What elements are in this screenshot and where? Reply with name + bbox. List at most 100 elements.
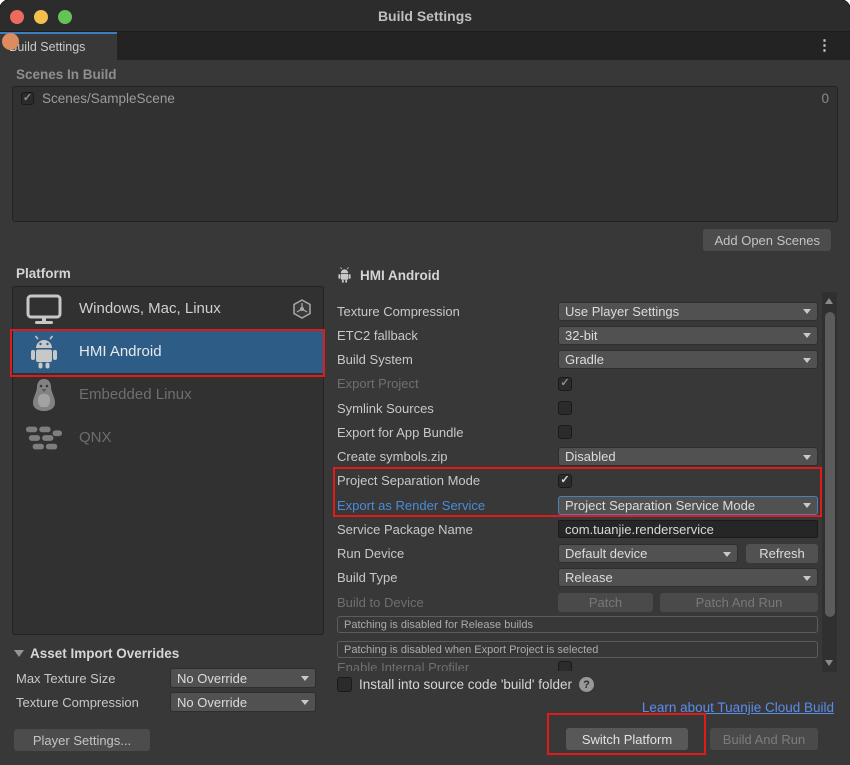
player-settings-button[interactable]: Player Settings...	[14, 729, 150, 751]
setting-label: Build System	[337, 352, 558, 367]
build-system-dropdown[interactable]: Gradle	[558, 350, 818, 369]
enable-internal-profiler-checkbox[interactable]	[558, 661, 572, 671]
setting-label: Build to Device	[337, 595, 558, 610]
setting-row-build-system: Build System Gradle	[337, 348, 818, 372]
service-package-name-field[interactable]: com.tuanjie.renderservice	[558, 520, 818, 538]
setting-label: ETC2 fallback	[337, 328, 558, 343]
qnx-blackberry-icon	[25, 425, 63, 451]
platform-settings-panel: Texture Compression Use Player Settings …	[337, 292, 818, 672]
platform-list: Windows, Mac, Linux HMI Android Embedded…	[12, 286, 324, 635]
refresh-button[interactable]: Refresh	[746, 544, 818, 563]
foldout-triangle-icon	[14, 650, 24, 657]
setting-row-install-source: Install into source code 'build' folder …	[337, 677, 594, 692]
scenes-in-build-header: Scenes In Build	[16, 67, 117, 82]
create-symbols-dropdown[interactable]: Disabled	[558, 447, 818, 466]
patch-button[interactable]: Patch	[558, 593, 653, 612]
install-source-checkbox[interactable]	[337, 677, 352, 692]
title-bar: Build Settings	[0, 0, 850, 32]
patch-and-run-button[interactable]: Patch And Run	[660, 593, 818, 612]
check-icon: ✓	[560, 475, 569, 486]
platform-item-qnx[interactable]: QNX	[13, 416, 323, 459]
platform-item-label: Windows, Mac, Linux	[79, 300, 277, 317]
active-platform-badge-icon	[293, 299, 311, 319]
setting-label: Texture Compression	[337, 304, 558, 319]
setting-label: Export Project	[337, 376, 558, 391]
setting-label: Service Package Name	[337, 522, 558, 537]
setting-label: Build Type	[337, 570, 558, 585]
setting-label: Symlink Sources	[337, 401, 558, 416]
setting-row-project-separation-mode: Project Separation Mode ✓	[337, 469, 818, 493]
add-open-scenes-button[interactable]: Add Open Scenes	[703, 229, 831, 251]
scene-checkbox[interactable]: ✓	[21, 92, 34, 105]
selected-platform-title: HMI Android	[360, 268, 440, 283]
setting-label: Export as Render Service	[337, 498, 558, 513]
symlink-sources-checkbox[interactable]	[558, 401, 572, 415]
scene-build-index: 0	[821, 91, 829, 106]
selected-platform-header: HMI Android	[337, 267, 440, 283]
platform-item-label: Embedded Linux	[79, 386, 311, 403]
export-project-checkbox[interactable]: ✓	[558, 377, 572, 391]
settings-scrollbar[interactable]	[822, 292, 837, 672]
desktop-monitor-icon	[25, 294, 63, 324]
build-and-run-button[interactable]: Build And Run	[710, 728, 818, 750]
build-type-dropdown[interactable]: Release	[558, 568, 818, 587]
setting-row-export-app-bundle: Export for App Bundle	[337, 420, 818, 444]
project-separation-mode-checkbox[interactable]: ✓	[558, 474, 572, 488]
asset-import-overrides-title: Asset Import Overrides	[30, 646, 179, 661]
asset-import-overrides-foldout[interactable]: Asset Import Overrides	[14, 646, 179, 661]
setting-row-symlink-sources: Symlink Sources	[337, 396, 818, 420]
penguin-icon	[25, 378, 63, 412]
info-message-release: Patching is disabled for Release builds	[337, 616, 818, 633]
scroll-down-arrow-icon[interactable]	[825, 660, 833, 666]
scene-list-item[interactable]: ✓ Scenes/SampleScene 0	[13, 87, 837, 109]
scenes-list: ✓ Scenes/SampleScene 0	[12, 86, 838, 222]
setting-row-run-device: Run Device Default device Refresh	[337, 542, 818, 566]
click-indicator-dot	[2, 33, 19, 50]
setting-label: Project Separation Mode	[337, 473, 558, 488]
setting-label: Export for App Bundle	[337, 425, 558, 440]
platform-item-hmi-android[interactable]: HMI Android	[13, 330, 323, 373]
android-robot-icon	[25, 335, 63, 369]
install-source-label: Install into source code 'build' folder	[359, 677, 572, 692]
run-device-dropdown[interactable]: Default device	[558, 544, 738, 563]
etc2-fallback-dropdown[interactable]: 32-bit	[558, 326, 818, 345]
export-render-service-dropdown[interactable]: Project Separation Service Mode	[558, 496, 818, 515]
max-texture-size-label: Max Texture Size	[16, 671, 115, 686]
setting-label: Enable Internal Profiler	[337, 661, 558, 671]
cloud-build-link[interactable]: Learn about Tuanjie Cloud Build	[642, 700, 834, 715]
setting-row-etc2-fallback: ETC2 fallback 32-bit	[337, 323, 818, 347]
setting-row-enable-internal-profiler-clipped: Enable Internal Profiler	[337, 661, 818, 671]
setting-label: Create symbols.zip	[337, 449, 558, 464]
switch-platform-button[interactable]: Switch Platform	[566, 728, 688, 750]
platform-item-label: QNX	[79, 429, 311, 446]
setting-row-service-package-name: Service Package Name com.tuanjie.renders…	[337, 517, 818, 541]
platform-item-embedded-linux[interactable]: Embedded Linux	[13, 373, 323, 416]
check-icon: ✓	[23, 93, 32, 104]
setting-row-create-symbols: Create symbols.zip Disabled	[337, 445, 818, 469]
help-icon[interactable]: ?	[579, 677, 594, 692]
platform-item-label: HMI Android	[79, 343, 311, 360]
setting-row-build-type: Build Type Release	[337, 566, 818, 590]
aio-texture-compression-dropdown[interactable]: No Override	[170, 692, 316, 712]
export-app-bundle-checkbox[interactable]	[558, 425, 572, 439]
scrollbar-thumb[interactable]	[825, 312, 835, 617]
tab-bar: Build Settings ⋮	[0, 32, 850, 60]
aio-texture-compression-label: Texture Compression	[16, 695, 139, 710]
build-settings-window: Build Settings Build Settings ⋮ Scenes I…	[0, 0, 850, 765]
platform-item-windows-mac-linux[interactable]: Windows, Mac, Linux	[13, 287, 323, 330]
kebab-menu-icon[interactable]: ⋮	[817, 32, 832, 60]
scroll-up-arrow-icon[interactable]	[825, 298, 833, 304]
scene-name: Scenes/SampleScene	[42, 91, 813, 106]
setting-row-export-render-service: Export as Render Service Project Separat…	[337, 493, 818, 517]
info-message-export-project: Patching is disabled when Export Project…	[337, 641, 818, 658]
window-title: Build Settings	[0, 0, 850, 32]
android-robot-icon	[337, 267, 352, 283]
texture-compression-dropdown[interactable]: Use Player Settings	[558, 302, 818, 321]
setting-row-export-project: Export Project ✓	[337, 372, 818, 396]
setting-row-build-to-device: Build to Device Patch Patch And Run	[337, 590, 818, 614]
max-texture-size-dropdown[interactable]: No Override	[170, 668, 316, 688]
check-icon: ✓	[560, 378, 569, 389]
setting-label: Run Device	[337, 546, 558, 561]
setting-row-texture-compression: Texture Compression Use Player Settings	[337, 299, 818, 323]
platform-header: Platform	[16, 266, 71, 281]
